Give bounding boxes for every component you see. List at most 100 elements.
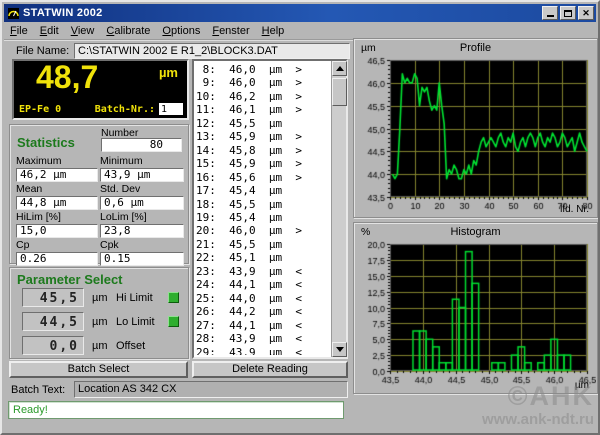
stat-field: 15,0 xyxy=(16,224,98,238)
reading-row[interactable]: 13: 45,9 µm > xyxy=(196,130,329,143)
param-unit: µm xyxy=(92,292,108,304)
param-row: 44,5 µm Lo Limit xyxy=(10,312,188,332)
readings-scrollbar[interactable] xyxy=(331,61,346,357)
reading-row[interactable]: 17: 45,4 µm xyxy=(196,184,329,197)
param-label: Lo Limit xyxy=(116,316,155,328)
stat-field: 44,8 µm xyxy=(16,196,98,210)
batch-text-field[interactable]: Location AS 342 CX xyxy=(74,381,348,398)
reading-row[interactable]: 19: 45,4 µm xyxy=(196,211,329,224)
stat-label: Std. Dev xyxy=(100,183,184,195)
stat-field: 46,2 µm xyxy=(16,168,98,182)
reading-row[interactable]: 26: 44,2 µm < xyxy=(196,305,329,318)
reading-row[interactable]: 9: 46,0 µm > xyxy=(196,76,329,89)
status-bar: Ready! xyxy=(8,401,344,419)
maximize-icon xyxy=(564,10,572,17)
close-icon: ✕ xyxy=(582,9,590,18)
stat-cell: Minimum43,9 µm xyxy=(100,155,184,181)
scroll-thumb[interactable] xyxy=(332,78,347,106)
stat-label: Cpk xyxy=(100,239,184,251)
readings-list: 8: 46,0 µm > 9: 46,0 µm >10: 46,2 µm >11… xyxy=(196,63,329,355)
arrow-up-icon xyxy=(336,66,344,71)
stat-label: Maximum xyxy=(16,155,98,167)
maximize-button[interactable] xyxy=(560,6,576,20)
menu-file[interactable]: File xyxy=(4,23,34,39)
led-indicator[interactable] xyxy=(168,292,179,303)
param-row: 0,0 µm Offset xyxy=(10,336,188,356)
reading-row[interactable]: 12: 45,5 µm xyxy=(196,117,329,130)
menu-view[interactable]: View xyxy=(65,23,101,39)
reading-row[interactable]: 20: 46,0 µm > xyxy=(196,224,329,237)
profile-group: µm Profile lfd. Nr. xyxy=(353,38,598,218)
stat-label: Mean xyxy=(16,183,98,195)
scroll-down-button[interactable] xyxy=(332,342,347,357)
arrow-down-icon xyxy=(336,347,344,352)
measurement-unit: µm xyxy=(159,65,178,80)
histogram-xlabel: µm xyxy=(575,380,589,391)
param-label: Hi Limit xyxy=(116,292,153,304)
stat-field: 23,8 xyxy=(100,224,184,238)
parameter-select-title: Parameter Select xyxy=(17,272,123,287)
stats-grid: Maximum46,2 µmMinimum43,9 µmMean44,8 µmS… xyxy=(16,155,182,265)
app-window: STATWIN 2002 ✕ FileEditViewCalibrateOpti… xyxy=(0,0,600,435)
profile-xlabel: lfd. Nr. xyxy=(560,204,589,215)
reading-row[interactable]: 18: 45,5 µm xyxy=(196,198,329,211)
reading-row[interactable]: 28: 43,9 µm < xyxy=(196,332,329,345)
minimize-icon xyxy=(547,15,554,17)
led-indicator[interactable] xyxy=(168,316,179,327)
reading-row[interactable]: 8: 46,0 µm > xyxy=(196,63,329,76)
statistics-title: Statistics xyxy=(17,135,75,150)
stat-cell: Cpk0.15 xyxy=(100,239,184,265)
histogram-group: % Histogram µm xyxy=(353,222,598,394)
titlebar[interactable]: STATWIN 2002 ✕ xyxy=(4,4,596,22)
stat-label: Minimum xyxy=(100,155,184,167)
stat-cell: LoLim [%]23,8 xyxy=(100,211,184,237)
param-value-field[interactable]: 44,5 xyxy=(22,312,84,331)
stat-label: LoLim [%] xyxy=(100,211,184,223)
reading-row[interactable]: 10: 46,2 µm > xyxy=(196,90,329,103)
reading-row[interactable]: 24: 44,1 µm < xyxy=(196,278,329,291)
close-button[interactable]: ✕ xyxy=(578,6,594,20)
reading-row[interactable]: 11: 46,1 µm > xyxy=(196,103,329,116)
statistics-panel: Statistics Number 80 Maximum46,2 µmMinim… xyxy=(9,124,189,264)
reading-row[interactable]: 14: 45,8 µm > xyxy=(196,144,329,157)
profile-title: Profile xyxy=(354,42,597,54)
reading-row[interactable]: 22: 45,1 µm xyxy=(196,251,329,264)
reading-row[interactable]: 16: 45,6 µm > xyxy=(196,171,329,184)
reading-row[interactable]: 15: 45,9 µm > xyxy=(196,157,329,170)
file-name-field[interactable]: C:\STATWIN 2002 E R1_2\BLOCK3.DAT xyxy=(74,43,350,59)
stat-field: 0.15 xyxy=(100,252,184,266)
menu-help[interactable]: Help xyxy=(256,23,291,39)
measurement-value: 48,7 xyxy=(36,59,98,96)
profile-chart xyxy=(357,55,596,213)
batch-nr-input[interactable] xyxy=(159,103,183,115)
stat-label: HiLim [%] xyxy=(16,211,98,223)
stat-cell: Mean44,8 µm xyxy=(16,183,98,209)
param-value-field[interactable]: 45,5 xyxy=(22,288,84,307)
minimize-button[interactable] xyxy=(542,6,558,20)
param-unit: µm xyxy=(92,340,108,352)
menu-options[interactable]: Options xyxy=(156,23,206,39)
stat-field: 0.26 xyxy=(16,252,98,266)
scroll-up-button[interactable] xyxy=(332,61,347,76)
stat-cell: HiLim [%]15,0 xyxy=(16,211,98,237)
batch-select-button[interactable]: Batch Select xyxy=(9,361,188,378)
reading-row[interactable]: 29: 43,9 µm < xyxy=(196,346,329,355)
reading-row[interactable]: 21: 45,5 µm xyxy=(196,238,329,251)
histogram-title: Histogram xyxy=(354,226,597,238)
param-label: Offset xyxy=(116,340,145,352)
delete-reading-button[interactable]: Delete Reading xyxy=(192,361,348,378)
menu-calibrate[interactable]: Calibrate xyxy=(100,23,156,39)
stat-cell: Maximum46,2 µm xyxy=(16,155,98,181)
window-title: STATWIN 2002 xyxy=(23,7,540,19)
batch-nr-label: Batch-Nr.: xyxy=(95,104,155,115)
param-value-field[interactable]: 0,0 xyxy=(22,336,84,355)
readings-listbox[interactable]: 8: 46,0 µm > 9: 46,0 µm >10: 46,2 µm >11… xyxy=(192,59,348,359)
parameter-select-panel: Parameter Select 45,5 µm Hi Limit 44,5 µm Lo … xyxy=(9,267,189,359)
reading-row[interactable]: 27: 44,1 µm < xyxy=(196,319,329,332)
reading-row[interactable]: 23: 43,9 µm < xyxy=(196,265,329,278)
param-unit: µm xyxy=(92,316,108,328)
menu-fenster[interactable]: Fenster xyxy=(206,23,255,39)
batch-text-label: Batch Text: xyxy=(11,384,65,396)
menu-edit[interactable]: Edit xyxy=(34,23,65,39)
reading-row[interactable]: 25: 44,0 µm < xyxy=(196,292,329,305)
